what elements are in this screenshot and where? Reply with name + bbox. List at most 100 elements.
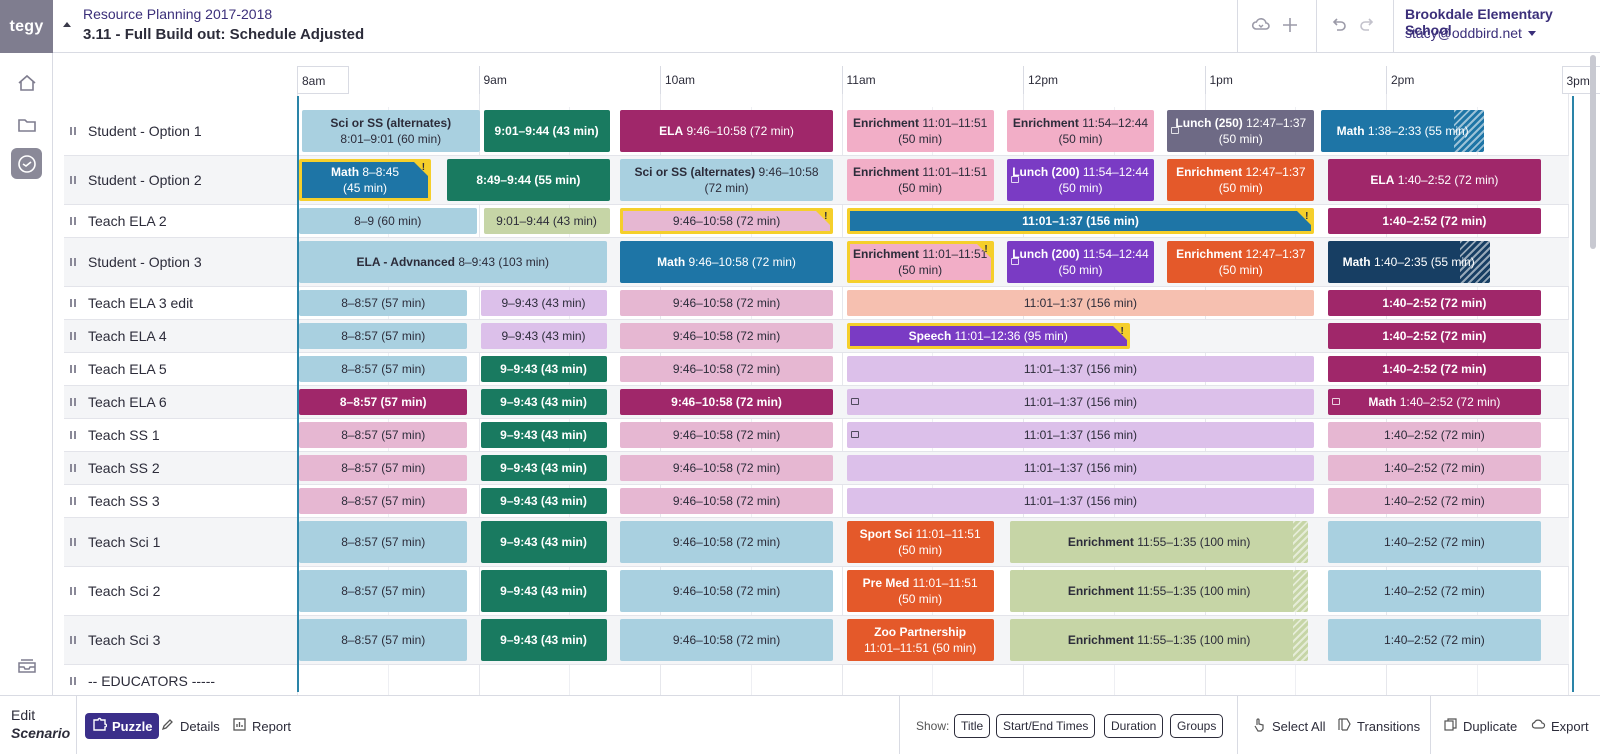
- schedule-block[interactable]: 8–9 (60 min): [299, 208, 477, 234]
- row-header[interactable]: -- EDUCATORS -----: [64, 665, 296, 697]
- schedule-block[interactable]: 8–8:57 (57 min): [299, 619, 467, 661]
- schedule-block[interactable]: Math 1:38–2:33 (55 min): [1321, 110, 1483, 152]
- scenario-title[interactable]: 3.11 - Full Build out: Schedule Adjusted: [83, 26, 364, 43]
- collapse-caret-icon[interactable]: [63, 22, 71, 27]
- show-start-end-times-toggle[interactable]: Start/End Times: [996, 714, 1095, 738]
- transitions-button[interactable]: Transitions: [1337, 713, 1420, 739]
- scrollbar-thumb[interactable]: [1590, 55, 1596, 249]
- drag-handle-icon[interactable]: [70, 365, 76, 373]
- cloud-sync-icon[interactable]: [1250, 15, 1272, 37]
- schedule-block[interactable]: Speech 11:01–12:36 (95 min)!: [847, 323, 1130, 349]
- schedule-block[interactable]: 9:46–10:58 (72 min): [620, 422, 834, 448]
- schedule-block[interactable]: 1:40–2:52 (72 min): [1328, 356, 1542, 382]
- row-header[interactable]: Teach Sci 2: [64, 567, 296, 615]
- row-header[interactable]: Student - Option 2: [64, 156, 296, 204]
- row-header[interactable]: Teach Sci 3: [64, 616, 296, 664]
- drag-handle-icon[interactable]: [70, 398, 76, 406]
- drag-handle-icon[interactable]: [70, 587, 76, 595]
- schedule-block[interactable]: Math 8–8:45(45 min)!: [299, 159, 431, 201]
- show-groups-toggle[interactable]: Groups: [1170, 714, 1223, 738]
- schedule-block[interactable]: Zoo Partnership11:01–11:51 (50 min): [847, 619, 994, 661]
- drag-handle-icon[interactable]: [70, 217, 76, 225]
- schedule-block[interactable]: 9–9:43 (43 min): [481, 290, 607, 316]
- schedule-block[interactable]: Lunch (200) 11:54–12:44(50 min): [1007, 241, 1154, 283]
- schedule-block[interactable]: 9–9:43 (43 min): [481, 521, 607, 563]
- schedule-block[interactable]: Enrichment 12:47–1:37(50 min): [1167, 241, 1314, 283]
- schedule-block[interactable]: 1:40–2:52 (72 min): [1328, 570, 1542, 612]
- redo-icon[interactable]: [1356, 15, 1378, 37]
- clock-icon[interactable]: [11, 148, 42, 179]
- drag-handle-icon[interactable]: [70, 258, 76, 266]
- schedule-block[interactable]: 9:46–10:58 (72 min): [620, 521, 834, 563]
- schedule-block[interactable]: Enrichment 11:01–11:51(50 min): [847, 110, 994, 152]
- schedule-block[interactable]: 8–8:57 (57 min): [299, 422, 467, 448]
- schedule-block[interactable]: 8–8:57 (57 min): [299, 290, 467, 316]
- undo-icon[interactable]: [1328, 15, 1350, 37]
- schedule-block[interactable]: Enrichment 11:01–11:51(50 min): [847, 159, 994, 201]
- schedule-block[interactable]: 9–9:43 (43 min): [481, 488, 607, 514]
- row-header[interactable]: Teach ELA 6: [64, 386, 296, 418]
- schedule-block[interactable]: 9–9:43 (43 min): [481, 570, 607, 612]
- schedule-block[interactable]: Sci or SS (alternates)8:01–9:01 (60 min): [302, 110, 480, 152]
- schedule-block[interactable]: 8–8:57 (57 min): [299, 455, 467, 481]
- export-button[interactable]: Export: [1531, 713, 1589, 739]
- schedule-block[interactable]: 1:40–2:52 (72 min): [1328, 455, 1542, 481]
- drag-handle-icon[interactable]: [70, 127, 76, 135]
- schedule-block[interactable]: 9:46–10:58 (72 min): [620, 619, 834, 661]
- schedule-block[interactable]: 8–8:57 (57 min): [299, 570, 467, 612]
- schedule-block[interactable]: 11:01–1:37 (156 min): [847, 455, 1315, 481]
- home-icon[interactable]: [11, 67, 42, 98]
- tab-details[interactable]: Details: [160, 713, 220, 739]
- show-title-toggle[interactable]: Title: [954, 714, 990, 738]
- row-header[interactable]: Student - Option 1: [64, 107, 296, 155]
- schedule-block[interactable]: 9–9:43 (43 min): [481, 323, 607, 349]
- show-duration-toggle[interactable]: Duration: [1104, 714, 1163, 738]
- schedule-block[interactable]: 8–8:57 (57 min): [299, 488, 467, 514]
- schedule-block[interactable]: Enrichment 11:55–1:35 (100 min): [1010, 619, 1309, 661]
- schedule-block[interactable]: 11:01–1:37 (156 min): [847, 389, 1315, 415]
- schedule-block[interactable]: Math 9:46–10:58 (72 min): [620, 241, 834, 283]
- schedule-block[interactable]: 9:46–10:58 (72 min): [620, 488, 834, 514]
- app-logo[interactable]: tegy: [0, 0, 53, 53]
- duplicate-button[interactable]: Duplicate: [1443, 713, 1517, 739]
- drag-handle-icon[interactable]: [70, 538, 76, 546]
- schedule-block[interactable]: 1:40–2:52 (72 min): [1328, 521, 1542, 563]
- schedule-block[interactable]: Enrichment 11:01–11:51(50 min)!: [847, 241, 994, 283]
- schedule-block[interactable]: ELA 1:40–2:52 (72 min): [1328, 159, 1542, 201]
- drag-handle-icon[interactable]: [70, 176, 76, 184]
- row-header[interactable]: Teach SS 2: [64, 452, 296, 484]
- schedule-block[interactable]: Sci or SS (alternates) 9:46–10:58(72 min…: [620, 159, 834, 201]
- row-header[interactable]: Teach ELA 4: [64, 320, 296, 352]
- schedule-block[interactable]: Lunch (200) 11:54–12:44(50 min): [1007, 159, 1154, 201]
- drag-handle-icon[interactable]: [70, 299, 76, 307]
- user-menu[interactable]: stacy@oddbird.net: [1405, 25, 1522, 41]
- row-header[interactable]: Teach SS 1: [64, 419, 296, 451]
- schedule-block[interactable]: Enrichment 11:55–1:35 (100 min): [1010, 521, 1309, 563]
- schedule-block[interactable]: Lunch (250) 12:47–1:37(50 min): [1167, 110, 1314, 152]
- drag-handle-icon[interactable]: [70, 464, 76, 472]
- schedule-block[interactable]: 9:01–9:44 (43 min): [484, 110, 610, 152]
- schedule-block[interactable]: 11:01–1:37 (156 min): [847, 422, 1315, 448]
- schedule-block[interactable]: Enrichment 11:55–1:35 (100 min): [1010, 570, 1309, 612]
- schedule-block[interactable]: 9:46–10:58 (72 min): [620, 455, 834, 481]
- schedule-block[interactable]: 8–8:57 (57 min): [299, 356, 467, 382]
- schedule-block[interactable]: 9:46–10:58 (72 min): [620, 570, 834, 612]
- select-all-button[interactable]: Select All: [1252, 713, 1325, 739]
- schedule-block[interactable]: 9:46–10:58 (72 min): [620, 389, 834, 415]
- row-header[interactable]: Teach ELA 3 edit: [64, 287, 296, 319]
- tab-puzzle[interactable]: Puzzle: [85, 713, 159, 739]
- schedule-block[interactable]: 9–9:43 (43 min): [481, 356, 607, 382]
- schedule-block[interactable]: 1:40–2:52 (72 min): [1328, 488, 1542, 514]
- schedule-block[interactable]: 9–9:43 (43 min): [481, 422, 607, 448]
- row-header[interactable]: Teach SS 3: [64, 485, 296, 517]
- inbox-icon[interactable]: [11, 650, 42, 681]
- tab-report[interactable]: Report: [232, 713, 291, 739]
- row-header[interactable]: Teach Sci 1: [64, 518, 296, 566]
- schedule-block[interactable]: 1:40–2:52 (72 min): [1328, 208, 1542, 234]
- schedule-block[interactable]: 9:46–10:58 (72 min): [620, 323, 834, 349]
- folder-icon[interactable]: [11, 109, 42, 140]
- row-header[interactable]: Teach ELA 5: [64, 353, 296, 385]
- chevron-down-icon[interactable]: [1528, 31, 1536, 36]
- schedule-block[interactable]: 11:01–1:37 (156 min)!: [847, 208, 1315, 234]
- schedule-block[interactable]: Pre Med 11:01–11:51(50 min): [847, 570, 994, 612]
